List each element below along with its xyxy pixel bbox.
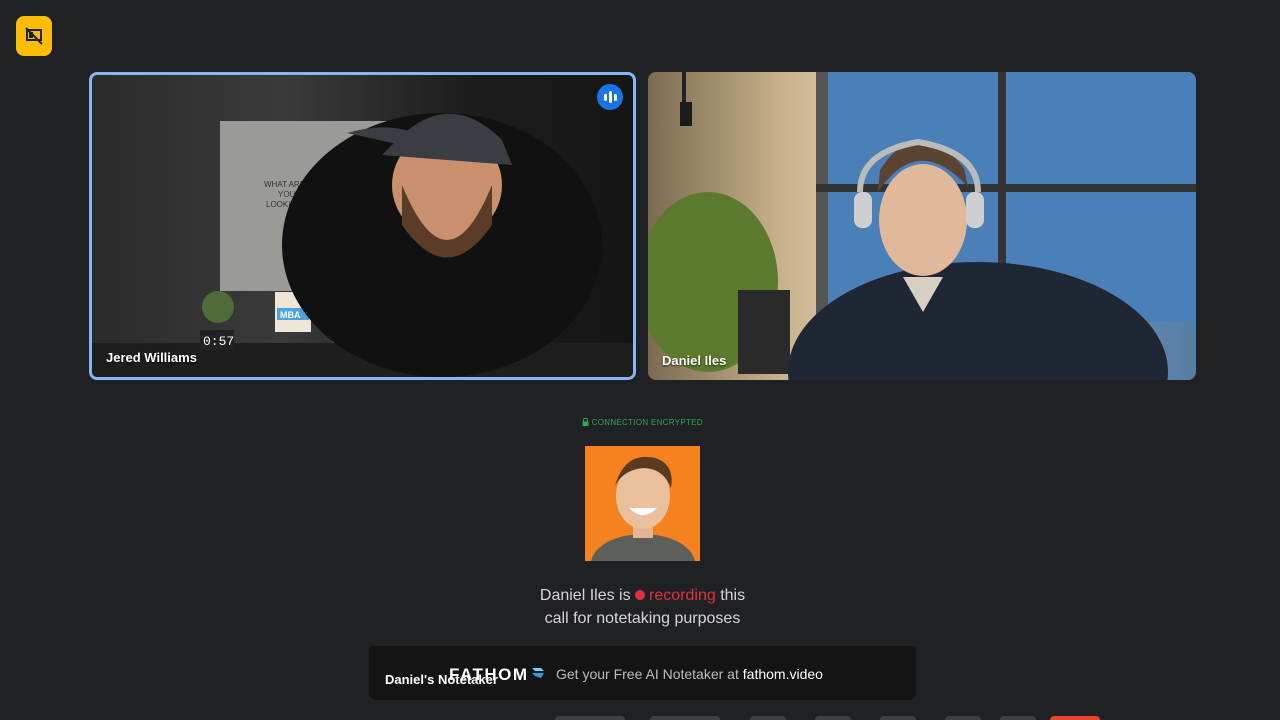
lock-icon bbox=[582, 417, 589, 426]
participant-tile-notetaker[interactable]: CONNECTION ENCRYPTED Daniel Iles is reco… bbox=[369, 392, 916, 700]
encryption-label: CONNECTION ENCRYPTED bbox=[591, 418, 703, 427]
recording-word: recording bbox=[649, 587, 716, 604]
participant-name: Daniel Iles bbox=[662, 353, 727, 368]
speaking-indicator-icon bbox=[597, 84, 623, 110]
encryption-notice: CONNECTION ENCRYPTED bbox=[369, 417, 916, 427]
clock-text: 0:57 bbox=[203, 334, 234, 349]
footer-cta: Get your Free AI Notetaker at fathom.vid… bbox=[556, 666, 823, 682]
cta-text: Get your Free AI Notetaker at bbox=[556, 666, 739, 682]
recording-suffix: this bbox=[720, 587, 746, 604]
control-bar-edge bbox=[555, 716, 1100, 720]
recording-notice: Daniel Iles is recording this call for n… bbox=[369, 584, 916, 630]
notetaker-footer: Daniel's Notetaker FATHOM Get your Free … bbox=[369, 646, 916, 700]
recording-prefix: Daniel Iles is bbox=[539, 587, 631, 604]
recording-dot-icon bbox=[635, 590, 646, 600]
participant-name: Jered Williams bbox=[106, 350, 197, 365]
recording-line-2: call for notetaking purposes bbox=[544, 610, 741, 627]
avatar bbox=[585, 446, 700, 561]
participant-tile-jered[interactable]: WHAT ARE YOU LOOKING AT? MBA 0:57 Jered … bbox=[89, 72, 636, 380]
participant-tile-daniel[interactable]: Daniel Iles bbox=[648, 72, 1196, 380]
fathom-logo: FATHOM bbox=[449, 665, 529, 684]
jered-video-frame: WHAT ARE YOU LOOKING AT? MBA 0:57 bbox=[92, 113, 633, 377]
book-text: MBA bbox=[280, 310, 301, 320]
daniel-video-frame bbox=[648, 72, 1196, 380]
fathom-mark-icon bbox=[532, 668, 544, 678]
presentation-off-icon[interactable] bbox=[16, 16, 52, 56]
cta-link[interactable]: fathom.video bbox=[743, 666, 823, 682]
